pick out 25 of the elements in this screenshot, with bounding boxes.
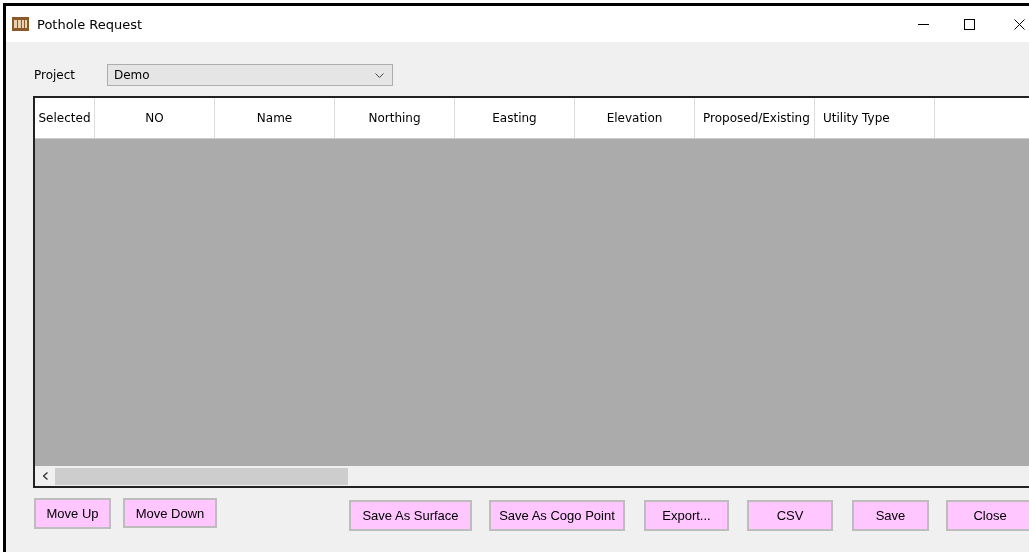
project-dropdown[interactable]: Demo <box>107 64 393 86</box>
export-button[interactable]: Export... <box>644 500 729 531</box>
column-header[interactable]: Name <box>215 98 335 138</box>
chevron-down-icon <box>375 72 384 78</box>
save-as-surface-button[interactable]: Save As Surface <box>349 500 472 531</box>
horizontal-scrollbar[interactable] <box>35 466 1029 486</box>
close-button[interactable]: Close <box>946 500 1029 531</box>
maximize-icon[interactable] <box>963 18 975 30</box>
save-button[interactable]: Save <box>852 500 929 531</box>
scroll-left-icon[interactable] <box>42 472 48 480</box>
column-header[interactable]: NO <box>95 98 215 138</box>
column-header[interactable]: Elevation <box>575 98 695 138</box>
column-header[interactable]: Northing <box>335 98 455 138</box>
window-title: Pothole Request <box>37 16 143 32</box>
column-header[interactable]: Proposed/Existing <box>695 98 815 138</box>
column-header[interactable]: Utility Type <box>815 98 935 138</box>
close-icon[interactable] <box>1014 18 1025 30</box>
column-header[interactable]: Easting <box>455 98 575 138</box>
move-up-button[interactable]: Move Up <box>34 498 111 529</box>
column-header[interactable]: Selected <box>35 98 95 138</box>
project-label: Project <box>34 68 77 82</box>
csv-button[interactable]: CSV <box>747 500 833 531</box>
minimize-icon[interactable] <box>917 23 929 25</box>
move-down-button[interactable]: Move Down <box>123 498 217 528</box>
save-as-cogo-point-button[interactable]: Save As Cogo Point <box>489 500 625 531</box>
